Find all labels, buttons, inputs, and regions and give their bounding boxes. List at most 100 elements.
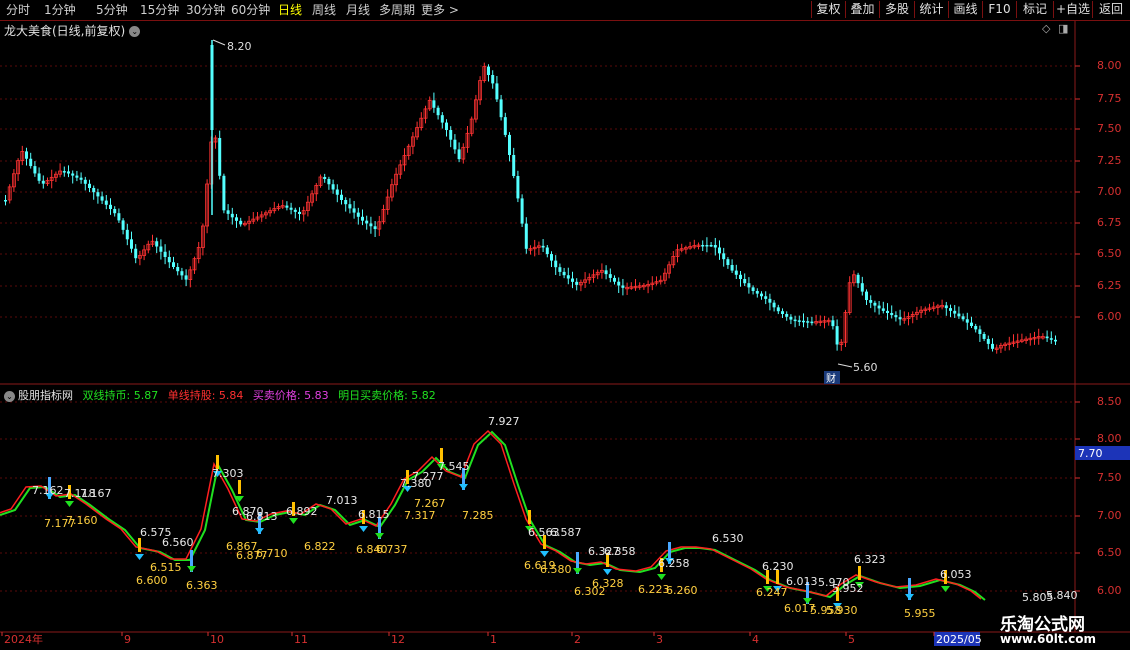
candle-body [88, 183, 91, 188]
candle-body [335, 189, 339, 195]
signal-arrow [255, 528, 264, 534]
high-marker-label: 8.20 [227, 40, 252, 53]
indicator-peak-label: 6.813 [246, 510, 278, 523]
candle-body [239, 220, 243, 225]
indicator-axis-label: 7.00 [1097, 509, 1122, 522]
indicator-trough-label: 7.285 [462, 509, 494, 522]
indicator-trough-label: 6.223 [638, 583, 670, 596]
candle-body [487, 66, 490, 75]
signal-arrow [905, 594, 914, 600]
candle-body [806, 321, 810, 323]
candle-body [726, 259, 730, 265]
candle-body [516, 176, 520, 199]
spike-candle-body [210, 45, 214, 130]
indicator-peak-label: 6.258 [658, 557, 690, 570]
indicator-peak-label: 6.323 [854, 553, 886, 566]
signal-bar [238, 480, 241, 494]
time-axis-label: 3 [656, 633, 663, 646]
indicator-axis-label: 6.50 [1097, 546, 1122, 559]
candle-body [293, 209, 297, 212]
candle-body [508, 134, 511, 155]
candle-body [285, 205, 289, 208]
candle-body [772, 302, 776, 308]
finance-badge-text: 财 [826, 372, 836, 385]
candle-body [860, 283, 864, 292]
candle-body [554, 260, 558, 268]
indicator-peak-label: 6.530 [712, 532, 744, 545]
candle-body [986, 338, 990, 344]
signal-arrow [941, 586, 950, 592]
chevron-down-icon[interactable]: ⌄ [4, 390, 15, 402]
candle-body [608, 274, 612, 278]
candle-body [235, 217, 238, 221]
candle-body [524, 223, 528, 249]
indicator-trough-label: 6.515 [150, 561, 182, 574]
low-marker-label: 5.60 [853, 361, 878, 374]
time-axis-label: 11 [294, 633, 308, 646]
candle-body [184, 275, 188, 280]
price-axis-label: 7.00 [1097, 185, 1122, 198]
candle-body [793, 319, 797, 322]
candle-body [37, 173, 41, 181]
candle-body [881, 308, 885, 311]
candle-body [789, 316, 793, 320]
candle-body [869, 300, 873, 303]
price-axis-label: 6.25 [1097, 279, 1122, 292]
candle-body [1054, 339, 1057, 342]
candle-body [340, 194, 343, 200]
indicator-peak-label: 7.013 [326, 494, 358, 507]
candle-body [445, 122, 448, 130]
candle-body [705, 245, 709, 247]
candle-body [550, 254, 553, 261]
time-axis-label: 12 [391, 633, 405, 646]
indicator-value-tag-text: 7.70 [1078, 447, 1103, 460]
candle-body [361, 216, 364, 221]
time-axis-label: 10 [210, 633, 224, 646]
indicator-peak-label: 6.053 [940, 568, 972, 581]
candle-body [113, 209, 117, 214]
indicator-trough-label: 6.580 [540, 563, 572, 576]
candle-body [323, 177, 327, 179]
indicator-axis-label: 7.50 [1097, 471, 1122, 484]
candle-body [785, 314, 789, 317]
time-axis-label: 9 [124, 633, 131, 646]
time-axis-label: 2024年 [4, 632, 43, 646]
candle-body [739, 274, 742, 279]
indicator-trough-label: 6.247 [756, 586, 788, 599]
candle-body [436, 107, 440, 116]
candle-body [575, 281, 579, 285]
price-axis-label: 6.75 [1097, 216, 1122, 229]
candle-body [121, 220, 125, 230]
candle-body [176, 267, 180, 272]
candle-body [886, 310, 889, 313]
candle-body [41, 180, 45, 184]
candle-body [751, 287, 755, 291]
signal-arrow [540, 551, 549, 557]
candle-body [613, 277, 616, 282]
candle-body [172, 262, 175, 267]
signal-arrow [459, 484, 468, 490]
candle-body [713, 245, 717, 248]
candle-body [79, 177, 83, 180]
candle-body [797, 320, 801, 322]
candle-body [92, 188, 96, 193]
time-axis-label: 2 [574, 633, 581, 646]
candle-body [167, 257, 171, 263]
candle-body [520, 198, 524, 224]
candle-body [130, 239, 133, 249]
candle-body [491, 75, 495, 84]
indicator-peak-label: 7.303 [212, 467, 244, 480]
candle-body [718, 247, 721, 254]
candle-body [117, 213, 121, 221]
indicator-peak-label: 6.815 [358, 508, 390, 521]
candle-body [29, 158, 33, 167]
indicator-axis-label: 8.00 [1097, 432, 1122, 445]
candle-body [873, 302, 877, 306]
candle-body [604, 270, 608, 275]
price-axis-label: 6.50 [1097, 247, 1122, 260]
indicator-name: 股朋指标网 [18, 389, 73, 402]
candle-body [180, 271, 184, 276]
kline-chart: 7.162 7.1187.1676.5756.5607.3036.8706.813… [0, 21, 1130, 646]
indicator-peak-label: 6.892 [286, 505, 318, 518]
candle-body [722, 253, 726, 260]
